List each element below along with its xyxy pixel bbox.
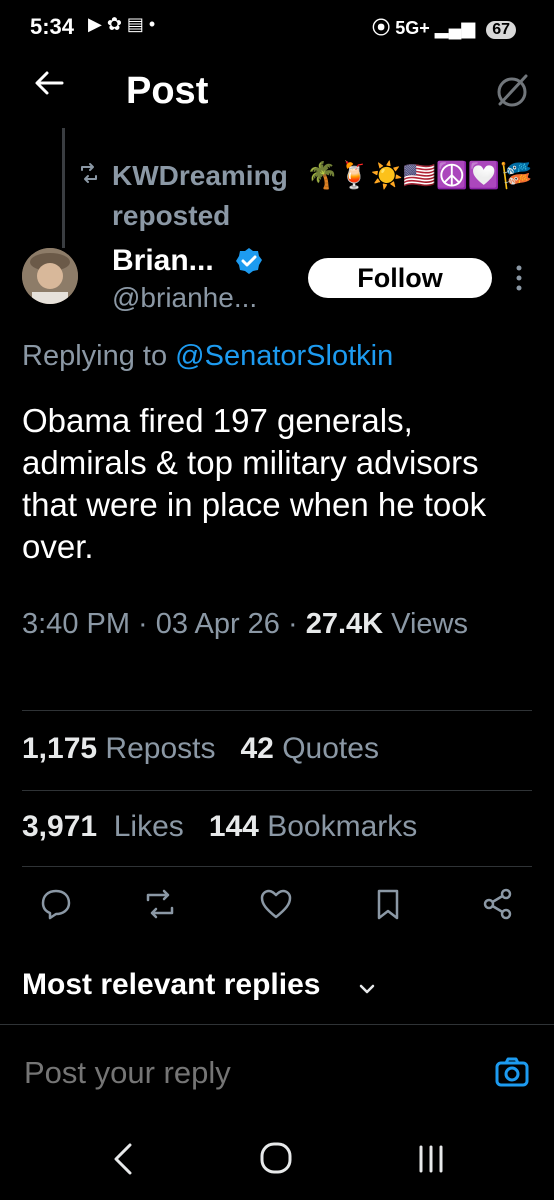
status-notification-icons: ▶ ✿ ▤ • — [88, 14, 156, 34]
likes-count: 3,971 — [22, 810, 98, 843]
more-options-icon[interactable] — [514, 264, 524, 292]
location-icon: ⦿ — [372, 18, 391, 38]
likes-stat[interactable]: 3,971 Likes — [22, 810, 184, 843]
post-timestamp: 3:40 PM · 03 Apr 26 · — [22, 608, 306, 640]
nav-home-icon[interactable] — [258, 1140, 294, 1176]
views-count: 27.4K — [305, 608, 384, 640]
quotes-count: 42 — [240, 732, 274, 765]
stats-row-2: 3,971 Likes 144 Bookmarks — [22, 810, 417, 844]
bookmark-icon[interactable] — [370, 886, 406, 922]
reposts-count: 1,175 — [22, 732, 98, 765]
divider — [22, 710, 532, 711]
signal-icon: ▂▄▆ — [434, 18, 476, 38]
status-bar: 5:34 ▶ ✿ ▤ • ⦿ 5G+ ▂▄▆ 67 — [0, 0, 554, 56]
quotes-stat[interactable]: 42 Quotes — [241, 732, 379, 765]
bookmarks-count: 144 — [208, 810, 259, 843]
author-handle[interactable]: @brianhe... — [112, 282, 257, 314]
verified-badge-icon — [236, 248, 262, 274]
likes-label: Likes — [113, 810, 184, 843]
reposter-name[interactable]: KWDreaming — [112, 160, 288, 192]
avatar-photo — [22, 248, 78, 304]
share-icon[interactable] — [480, 886, 516, 922]
replies-sort-label[interactable]: Most relevant replies — [22, 968, 320, 1002]
camera-icon[interactable] — [494, 1054, 530, 1090]
reposts-stat[interactable]: 1,175 Reposts — [22, 732, 215, 765]
divider — [0, 1024, 554, 1025]
bookmarks-stat[interactable]: 144 Bookmarks — [209, 810, 417, 843]
status-time: 5:34 — [30, 14, 75, 39]
reposter-emojis: 🌴🍹☀️🇺🇸☮️💟🎏 — [306, 160, 533, 190]
back-arrow-icon[interactable] — [32, 66, 66, 100]
replying-to-line: Replying to @SenatorSlotkin — [22, 340, 393, 373]
nav-recent-apps-icon[interactable] — [414, 1144, 448, 1174]
post-text: Obama fired 197 generals, admirals & top… — [22, 402, 487, 565]
nav-back-icon[interactable] — [110, 1142, 136, 1176]
chevron-down-icon[interactable] — [356, 978, 378, 1000]
stats-row-1: 1,175 Reposts 42 Quotes — [22, 732, 379, 766]
top-bar — [0, 56, 554, 136]
divider — [22, 866, 532, 867]
follow-button[interactable]: Follow — [308, 258, 492, 298]
reply-icon[interactable] — [38, 886, 74, 922]
network-label: 5G+ — [395, 18, 430, 38]
divider — [22, 790, 532, 791]
bookmarks-label: Bookmarks — [267, 810, 418, 843]
repost-action-icon[interactable] — [142, 886, 178, 922]
page-title: Post — [126, 70, 209, 112]
post-meta: 3:40 PM · 03 Apr 26 · 27.4K Views — [22, 604, 502, 644]
reply-input[interactable] — [22, 1054, 466, 1092]
views-label: Views — [391, 608, 468, 640]
like-icon[interactable] — [258, 886, 294, 922]
reposts-label: Reposts — [105, 732, 216, 765]
thread-line — [62, 128, 65, 248]
reposted-label: reposted — [112, 200, 231, 231]
mention-link[interactable]: @SenatorSlotkin — [175, 340, 393, 372]
replying-to-prefix: Replying to — [22, 340, 176, 372]
battery-indicator: 67 — [486, 21, 516, 39]
status-right-group: ⦿ 5G+ ▂▄▆ 67 — [372, 14, 516, 40]
avatar[interactable] — [22, 248, 78, 304]
quotes-label: Quotes — [282, 732, 379, 765]
repost-icon — [81, 163, 97, 183]
author-name[interactable]: Brian... — [112, 244, 214, 278]
grok-icon[interactable] — [492, 70, 532, 110]
